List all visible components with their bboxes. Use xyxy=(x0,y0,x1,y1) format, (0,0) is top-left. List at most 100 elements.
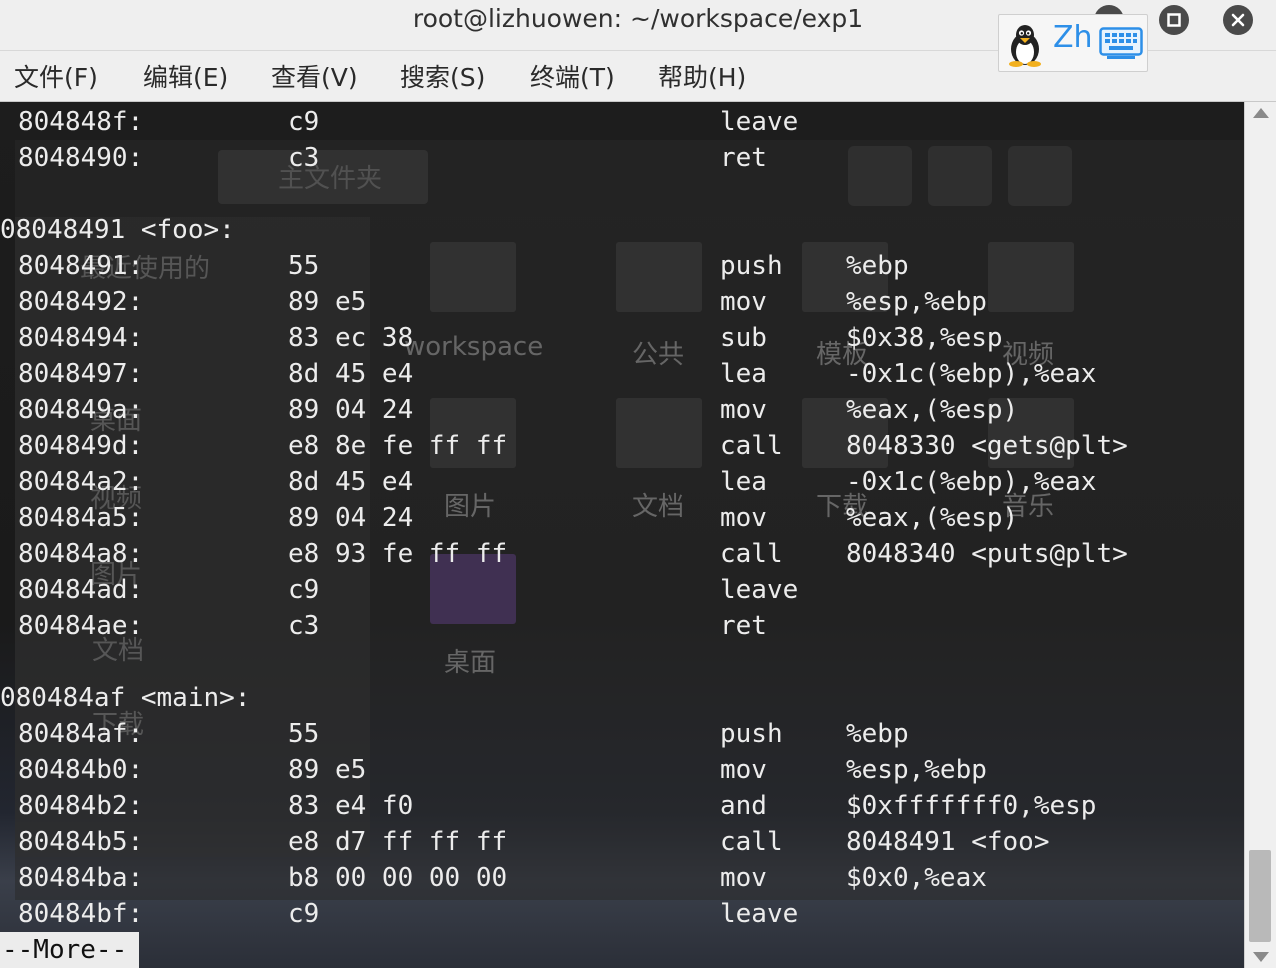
maximize-button[interactable] xyxy=(1159,5,1189,35)
instruction-bytes: 83 e4 f0 xyxy=(288,791,414,821)
function-label: 080484af <main>: xyxy=(0,683,251,713)
instruction-mnemonic: mov xyxy=(720,287,767,317)
menu-search[interactable]: 搜索(S) xyxy=(400,58,485,94)
instruction-operands: 8048491 <foo> xyxy=(846,827,1050,857)
instruction-operands: %esp,%ebp xyxy=(846,755,987,785)
terminal-instruction-line: 8048490: c3 ret xyxy=(0,140,1244,176)
instruction-bytes: c3 xyxy=(288,611,320,641)
terminal-instruction-line: 80484b5: e8 d7 ff ff ff call 8048491 <foo> xyxy=(0,824,1244,860)
instruction-mnemonic: sub xyxy=(720,323,767,353)
instruction-bytes: e8 93 fe ff ff xyxy=(288,539,508,569)
terminal-function-label-line: 08048491 <foo>: xyxy=(0,212,1244,248)
pager-more-prompt: --More-- xyxy=(0,932,140,968)
terminal-instruction-line: 80484ba: b8 00 00 00 00 mov $0x0,%eax xyxy=(0,860,1244,896)
instruction-mnemonic: ret xyxy=(720,143,767,173)
instruction-address: 80484ad: xyxy=(18,575,144,605)
instruction-address: 80484af: xyxy=(18,719,144,749)
scroll-up-arrow-icon[interactable] xyxy=(1253,108,1269,118)
terminal-instruction-line: 80484a2: 8d 45 e4 lea -0x1c(%ebp),%eax xyxy=(0,464,1244,500)
instruction-address: 804848f: xyxy=(18,107,144,137)
instruction-operands: -0x1c(%ebp),%eax xyxy=(846,467,1097,497)
keyboard-icon xyxy=(1099,27,1143,59)
instruction-operands: %ebp xyxy=(846,719,909,749)
instruction-operands: %ebp xyxy=(846,251,909,281)
instruction-address: 80484ae: xyxy=(18,611,144,641)
instruction-bytes: c9 xyxy=(288,575,320,605)
instruction-mnemonic: call xyxy=(720,539,783,569)
terminal-instruction-line: 804849a: 89 04 24 mov %eax,(%esp) xyxy=(0,392,1244,428)
terminal-instruction-line: 80484b0: 89 e5 mov %esp,%ebp xyxy=(0,752,1244,788)
close-icon xyxy=(1231,13,1245,27)
instruction-bytes: 89 04 24 xyxy=(288,503,414,533)
input-method-indicator[interactable]: Zh xyxy=(998,14,1148,72)
instruction-address: 80484b2: xyxy=(18,791,144,821)
instruction-mnemonic: mov xyxy=(720,503,767,533)
instruction-mnemonic: ret xyxy=(720,611,767,641)
instruction-bytes: 83 ec 38 xyxy=(288,323,414,353)
terminal-instruction-line: 8048497: 8d 45 e4 lea -0x1c(%ebp),%eax xyxy=(0,356,1244,392)
ime-language-label: Zh xyxy=(1053,20,1093,55)
instruction-address: 8048492: xyxy=(18,287,144,317)
instruction-bytes: 55 xyxy=(288,251,320,281)
instruction-address: 80484bf: xyxy=(18,899,144,929)
terminal-scrollbar[interactable] xyxy=(1244,102,1276,968)
menu-file[interactable]: 文件(F) xyxy=(14,58,98,94)
instruction-bytes: c3 xyxy=(288,143,320,173)
instruction-address: 80484ba: xyxy=(18,863,144,893)
terminal-instruction-line: 804849d: e8 8e fe ff ff call 8048330 <gets@… xyxy=(0,428,1244,464)
terminal-instruction-line: 80484a8: e8 93 fe ff ff call 8048340 <puts@… xyxy=(0,536,1244,572)
instruction-bytes: 89 04 24 xyxy=(288,395,414,425)
instruction-operands: $0x0,%eax xyxy=(846,863,987,893)
terminal-window: root@lizhuowen: ~/workspace/exp1 Zh 文件(F… xyxy=(0,0,1276,968)
instruction-operands: %eax,(%esp) xyxy=(846,503,1019,533)
terminal-function-label-line: 080484af <main>: xyxy=(0,680,1244,716)
instruction-bytes: e8 d7 ff ff ff xyxy=(288,827,508,857)
instruction-address: 80484a5: xyxy=(18,503,144,533)
menu-help[interactable]: 帮助(H) xyxy=(658,58,746,94)
instruction-address: 8048490: xyxy=(18,143,144,173)
instruction-operands: $0x38,%esp xyxy=(846,323,1003,353)
instruction-bytes: c9 xyxy=(288,899,320,929)
instruction-bytes: 55 xyxy=(288,719,320,749)
instruction-address: 804849a: xyxy=(18,395,144,425)
terminal-instruction-line: 80484ae: c3 ret xyxy=(0,608,1244,644)
instruction-mnemonic: mov xyxy=(720,755,767,785)
instruction-address: 80484b5: xyxy=(18,827,144,857)
scroll-down-arrow-icon[interactable] xyxy=(1253,952,1269,962)
terminal-instruction-line: 80484b2: 83 e4 f0 and $0xfffffff0,%esp xyxy=(0,788,1244,824)
terminal-instruction-line: 80484af: 55 push %ebp xyxy=(0,716,1244,752)
terminal-instruction-line: 8048494: 83 ec 38 sub $0x38,%esp xyxy=(0,320,1244,356)
terminal-instruction-line: 8048491: 55 push %ebp xyxy=(0,248,1244,284)
instruction-address: 80484a8: xyxy=(18,539,144,569)
instruction-mnemonic: push xyxy=(720,251,783,281)
instruction-operands: 8048340 <puts@plt> xyxy=(846,539,1128,569)
instruction-operands: 8048330 <gets@plt> xyxy=(846,431,1128,461)
instruction-bytes: c9 xyxy=(288,107,320,137)
instruction-bytes: e8 8e fe ff ff xyxy=(288,431,508,461)
terminal-instruction-line: 80484a5: 89 04 24 mov %eax,(%esp) xyxy=(0,500,1244,536)
terminal-instruction-line: 8048492: 89 e5 mov %esp,%ebp xyxy=(0,284,1244,320)
instruction-bytes: 8d 45 e4 xyxy=(288,467,414,497)
instruction-mnemonic: mov xyxy=(720,863,767,893)
instruction-operands: $0xfffffff0,%esp xyxy=(846,791,1097,821)
menu-edit[interactable]: 编辑(E) xyxy=(143,58,228,94)
scrollbar-thumb[interactable] xyxy=(1249,850,1271,942)
instruction-mnemonic: call xyxy=(720,827,783,857)
instruction-address: 80484a2: xyxy=(18,467,144,497)
menu-terminal[interactable]: 终端(T) xyxy=(530,58,615,94)
instruction-mnemonic: leave xyxy=(720,107,799,137)
menu-view[interactable]: 查看(V) xyxy=(271,58,358,94)
maximize-icon xyxy=(1167,13,1181,27)
instruction-mnemonic: leave xyxy=(720,575,799,605)
close-button[interactable] xyxy=(1223,5,1253,35)
instruction-operands: %esp,%ebp xyxy=(846,287,987,317)
instruction-operands: %eax,(%esp) xyxy=(846,395,1019,425)
instruction-address: 8048491: xyxy=(18,251,144,281)
instruction-address: 8048497: xyxy=(18,359,144,389)
terminal-view[interactable]: 主文件夹 最近使用的 桌面 视频 图片 文档 下载 workspace 公共 模… xyxy=(0,102,1244,968)
instruction-address: 8048494: xyxy=(18,323,144,353)
tux-icon xyxy=(1009,25,1041,67)
instruction-mnemonic: lea xyxy=(720,359,767,389)
